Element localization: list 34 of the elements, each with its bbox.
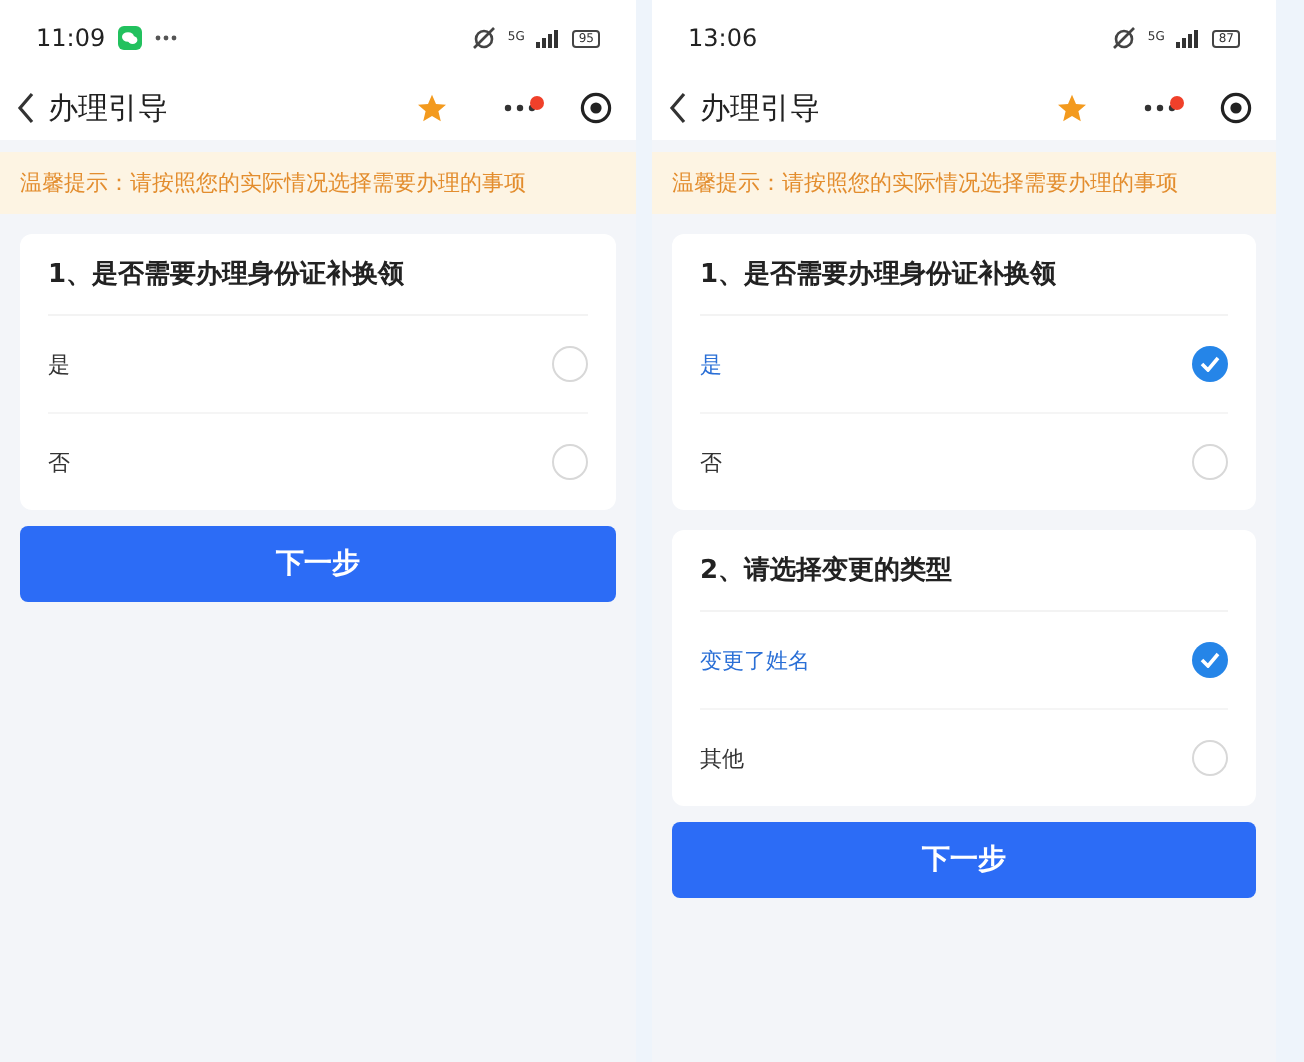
- signal-icon: [1176, 29, 1201, 47]
- star-icon[interactable]: [1056, 92, 1088, 124]
- star-icon[interactable]: [416, 92, 448, 124]
- radio-button[interactable]: [552, 346, 588, 382]
- status-time: 11:09: [36, 24, 106, 52]
- status-time: 13:06: [688, 24, 758, 52]
- next-button[interactable]: 下一步: [672, 822, 1256, 898]
- radio-button[interactable]: [1192, 740, 1228, 776]
- option-label[interactable]: 变更了姓名: [700, 645, 810, 675]
- alarm-off-icon: [471, 26, 496, 50]
- check-icon[interactable]: [1192, 346, 1228, 382]
- option-label[interactable]: 是: [48, 349, 70, 379]
- record-icon[interactable]: [580, 92, 612, 124]
- option-label[interactable]: 否: [700, 447, 722, 477]
- option-label[interactable]: 否: [48, 447, 70, 477]
- page-title: 办理引导: [48, 89, 168, 127]
- question-title: 1、是否需要办理身份证补换领: [48, 234, 588, 316]
- alarm-off-icon: [1111, 26, 1136, 50]
- more-icon: [153, 34, 178, 42]
- check-icon[interactable]: [1192, 642, 1228, 678]
- page-title: 办理引导: [700, 89, 820, 127]
- tip-banner: 温馨提示：请按照您的实际情况选择需要办理的事项: [0, 152, 636, 214]
- record-icon[interactable]: [1220, 92, 1252, 124]
- question-title: 2、请选择变更的类型: [700, 530, 1228, 612]
- option-label[interactable]: 其他: [700, 743, 744, 773]
- back-icon[interactable]: [16, 92, 36, 124]
- option-label[interactable]: 是: [700, 349, 722, 379]
- tip-banner: 温馨提示：请按照您的实际情况选择需要办理的事项: [652, 152, 1276, 214]
- question-title: 1、是否需要办理身份证补换领: [700, 234, 1228, 316]
- next-button[interactable]: 下一步: [20, 526, 616, 602]
- signal-icon: [536, 29, 561, 47]
- back-icon[interactable]: [668, 92, 688, 124]
- radio-button[interactable]: [552, 444, 588, 480]
- radio-button[interactable]: [1192, 444, 1228, 480]
